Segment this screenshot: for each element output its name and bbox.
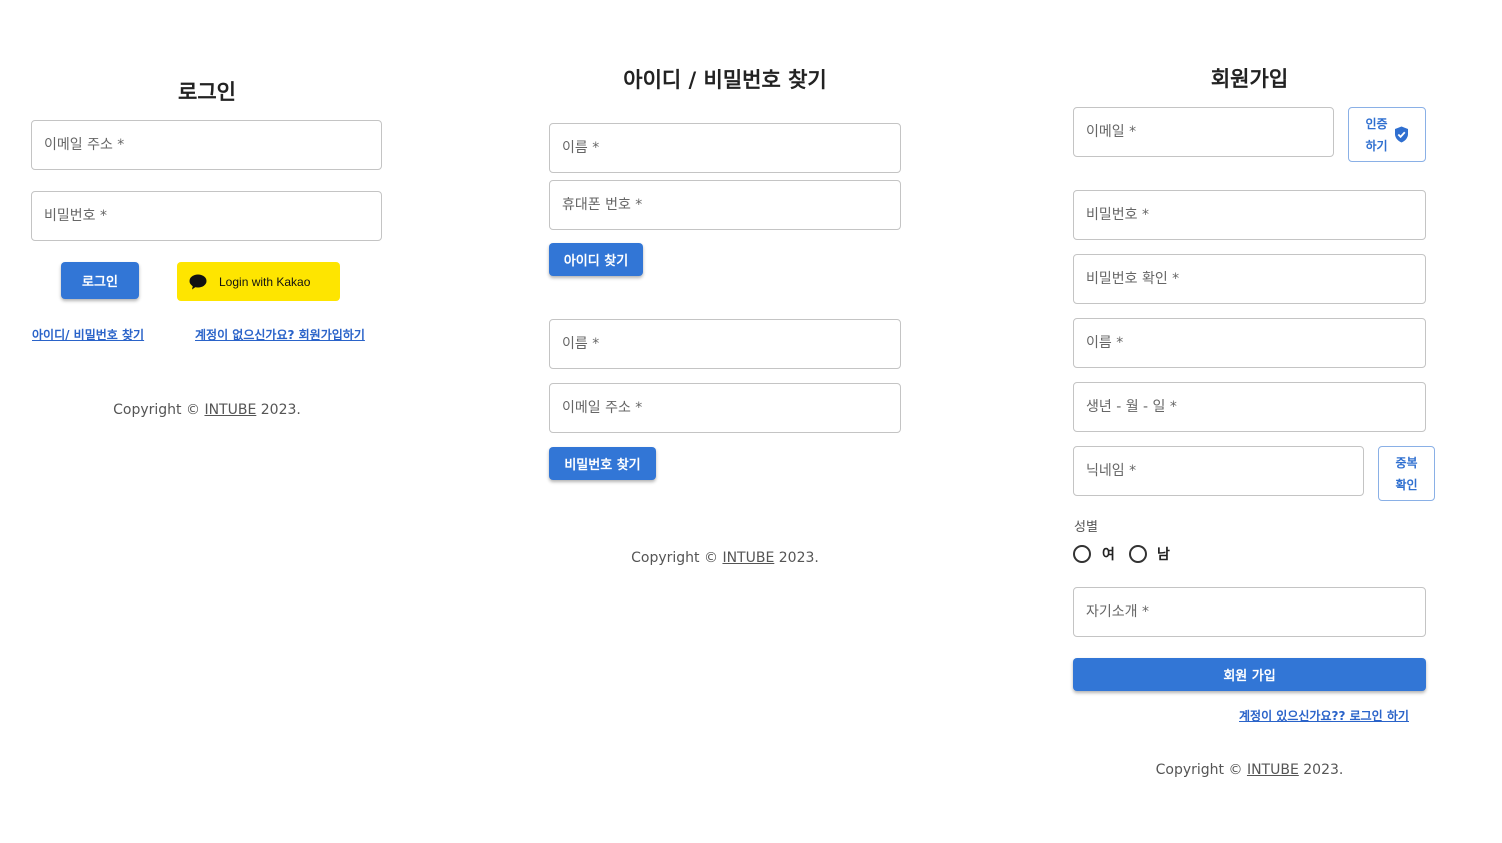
find-copyright: Copyright © INTUBE 2023. [549,550,901,566]
login-button[interactable]: 로그인 [61,262,139,299]
dup-label-line2: 확인 [1395,477,1418,492]
find-pw-name-input[interactable] [550,320,900,368]
go-login-link[interactable]: 계정이 있으신가요?? 로그인 하기 [1239,707,1409,724]
verify-label-line1: 인증 [1365,116,1388,131]
kakao-login-button[interactable]: Login with Kakao [177,262,340,301]
signup-intro-field[interactable] [1073,587,1426,637]
find-id-phone-field[interactable] [549,180,901,230]
verify-email-button[interactable]: 인증 하기 [1348,107,1426,162]
nickname-duplicate-check-button[interactable]: 중복 확인 [1378,446,1435,501]
gender-male-label: 남 [1157,547,1170,563]
signup-nickname-input[interactable] [1074,447,1363,495]
find-pw-button[interactable]: 비밀번호 찾기 [549,447,656,480]
verify-label-line2: 하기 [1365,138,1388,153]
kakao-chat-icon [189,274,207,290]
login-email-field[interactable] [31,120,382,170]
signup-password-input[interactable] [1074,191,1425,239]
brand-link[interactable]: INTUBE [204,402,256,418]
find-id-name-input[interactable] [550,124,900,172]
signup-submit-button[interactable]: 회원 가입 [1073,658,1426,691]
signup-intro-input[interactable] [1074,588,1425,636]
verified-shield-icon [1394,126,1409,143]
login-title: 로그인 [178,80,236,104]
signup-birth-field[interactable] [1073,382,1426,432]
copyright-year: 2023. [774,550,819,566]
gender-female-radio[interactable] [1073,545,1091,563]
signup-name-input[interactable] [1074,319,1425,367]
signup-birth-input[interactable] [1074,383,1425,431]
copyright-text: Copyright © [113,402,205,418]
brand-link[interactable]: INTUBE [722,550,774,566]
copyright-year: 2023. [256,402,301,418]
signup-password-confirm-field[interactable] [1073,254,1426,304]
find-title: 아이디 / 비밀번호 찾기 [623,68,827,92]
copyright-text: Copyright © [1155,762,1247,778]
gender-female-label: 여 [1102,547,1115,563]
kakao-button-label: Login with Kakao [219,274,311,289]
brand-link[interactable]: INTUBE [1247,762,1299,778]
login-password-input[interactable] [32,192,381,240]
copyright-text: Copyright © [631,550,723,566]
gender-male-radio[interactable] [1129,545,1147,563]
find-pw-name-field[interactable] [549,319,901,369]
find-id-button[interactable]: 아이디 찾기 [549,243,643,276]
signup-password-confirm-input[interactable] [1074,255,1425,303]
dup-label-line1: 중복 [1395,455,1418,470]
login-copyright: Copyright © INTUBE 2023. [32,402,382,418]
signup-nickname-field[interactable] [1073,446,1364,496]
signup-email-input[interactable] [1074,108,1333,156]
signup-title: 회원가입 [1210,67,1289,91]
find-pw-email-field[interactable] [549,383,901,433]
signup-copyright: Copyright © INTUBE 2023. [1073,762,1426,778]
signup-name-field[interactable] [1073,318,1426,368]
find-account-link[interactable]: 아이디/ 비밀번호 찾기 [32,326,144,343]
signup-email-field[interactable] [1073,107,1334,157]
login-password-field[interactable] [31,191,382,241]
signup-password-field[interactable] [1073,190,1426,240]
gender-label: 성별 [1074,520,1098,535]
copyright-year: 2023. [1298,762,1344,778]
signup-link[interactable]: 계정이 없으신가요? 회원가입하기 [195,326,365,343]
login-email-input[interactable] [32,121,381,169]
find-pw-email-input[interactable] [550,384,900,432]
find-id-name-field[interactable] [549,123,901,173]
find-id-phone-input[interactable] [550,181,900,229]
